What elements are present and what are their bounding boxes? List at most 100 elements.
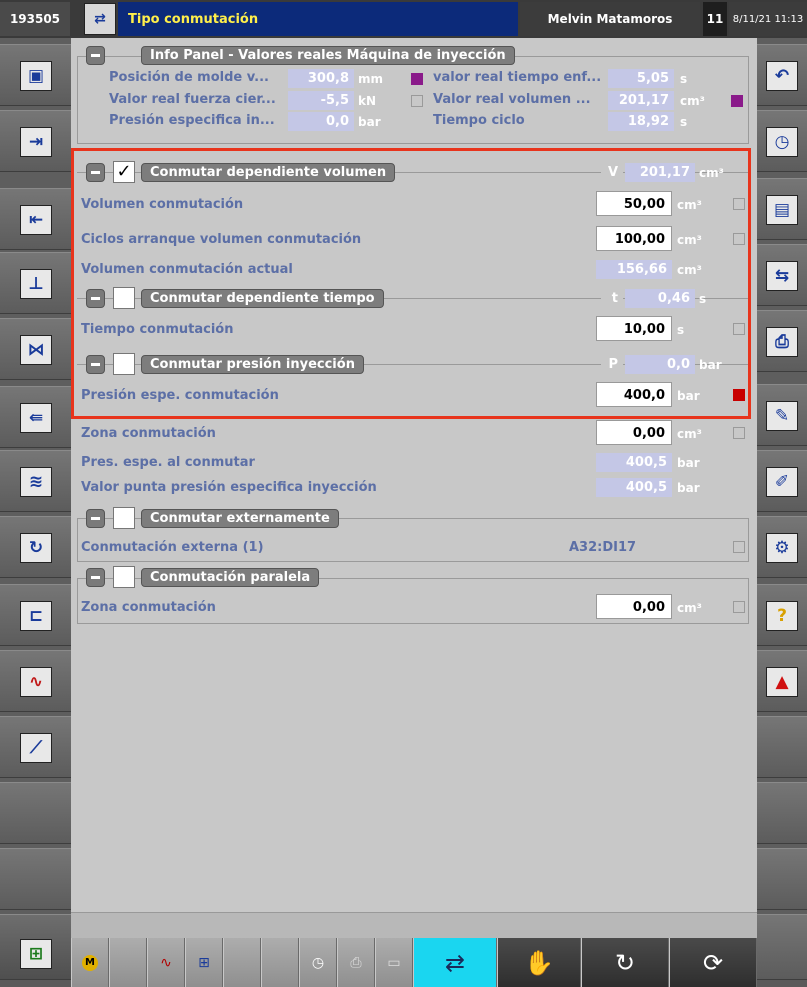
info-unit-3: bar bbox=[358, 115, 381, 129]
empty-bottom-button-2[interactable] bbox=[223, 938, 261, 987]
after-row-label-2: Pres. espe. al conmutar bbox=[81, 455, 255, 470]
info-value-2: -5,5 bbox=[288, 91, 354, 110]
mold-open-icon: ⇤ bbox=[20, 205, 52, 235]
page-switch-icon: ⇆ bbox=[766, 261, 798, 291]
edit-icon: ✎ bbox=[766, 401, 798, 431]
help-button[interactable]: ? bbox=[757, 584, 807, 646]
holding-pressure-button[interactable]: ≋ bbox=[0, 450, 71, 512]
plasticizing-button[interactable]: ↻ bbox=[0, 516, 71, 578]
semi-auto-icon: ↻ bbox=[614, 948, 636, 977]
external-section-title: Conmutar externamente bbox=[141, 509, 339, 528]
print-bottom-button[interactable]: ⎙ bbox=[337, 938, 375, 987]
full-auto-button[interactable]: ⟳ bbox=[669, 938, 757, 987]
left-sidebar: ▣ ⇥ ⇤ ⊥ ⋈ ⇚ ≋ ↻ ⊏ ∿ ⟋ ⊞ bbox=[0, 38, 71, 980]
info-label2-2: Valor real volumen ... bbox=[433, 92, 591, 107]
alarm-button[interactable]: ▲ bbox=[757, 650, 807, 712]
info-unit2-1: s bbox=[680, 72, 688, 86]
machine-overview-icon: ⊞ bbox=[20, 939, 52, 969]
edit-button[interactable]: ✎ bbox=[757, 384, 807, 446]
parallel-section-collapse-button[interactable] bbox=[86, 568, 105, 587]
after-row-unit-3: bar bbox=[677, 481, 700, 495]
switchover-zone-input[interactable]: 0,00 bbox=[596, 420, 672, 445]
manual-mode-button[interactable]: ✋ bbox=[497, 938, 581, 987]
printer-icon: ⎙ bbox=[766, 327, 798, 357]
motor-button[interactable]: M bbox=[71, 938, 109, 987]
clock-button[interactable]: ◷ bbox=[299, 938, 337, 987]
external-row-label-1: Conmutación externa (1) bbox=[81, 540, 264, 555]
back-button[interactable]: ↶ bbox=[757, 44, 807, 106]
bottom-bar: M ∿ ⊞ ◷ ⎙ ▭ ⇄ ✋ ↻ ⟳ bbox=[71, 938, 757, 987]
mold-open-button[interactable]: ⇤ bbox=[0, 188, 71, 250]
info-value2-2: 201,17 bbox=[608, 91, 674, 110]
screen-title: Tipo conmutación bbox=[118, 2, 518, 36]
edit-list-button[interactable]: ✐ bbox=[757, 450, 807, 512]
empty-bottom-button-3[interactable] bbox=[261, 938, 299, 987]
page-icon: ▤ bbox=[766, 195, 798, 225]
info-value2-1: 5,05 bbox=[608, 69, 674, 88]
external-row-checkbox-1[interactable] bbox=[733, 541, 745, 553]
external-section-checkbox[interactable] bbox=[113, 507, 135, 529]
printer-button[interactable]: ⎙ bbox=[757, 310, 807, 372]
ejector-icon: ⊥ bbox=[20, 269, 52, 299]
parallel-row-checkbox-1[interactable] bbox=[733, 601, 745, 613]
mold-close-button[interactable]: ⇥ bbox=[0, 110, 71, 172]
cycle-time-button[interactable]: ◷ bbox=[757, 110, 807, 172]
info-checkbox-2[interactable] bbox=[411, 95, 423, 107]
heating-button[interactable]: ∿ bbox=[147, 938, 185, 987]
after-row-unit-1: cm³ bbox=[677, 427, 702, 441]
semi-auto-button[interactable]: ↻ bbox=[581, 938, 669, 987]
machine-overview-button[interactable]: ⊞ bbox=[0, 914, 71, 980]
switchover-icon: ⇄ bbox=[84, 3, 116, 35]
mold-setup-button[interactable]: ▣ bbox=[0, 44, 71, 106]
settings-list-button[interactable]: ⚙ bbox=[757, 516, 807, 578]
info-value-1: 300,8 bbox=[288, 69, 354, 88]
external-input-address: A32:DI17 bbox=[569, 540, 637, 555]
clock-icon: ◷ bbox=[311, 954, 325, 971]
alarm-icon: ▲ bbox=[766, 667, 798, 697]
ejector-button[interactable]: ⊥ bbox=[0, 252, 71, 314]
parallel-section-checkbox[interactable] bbox=[113, 566, 135, 588]
injection-icon: ⇚ bbox=[20, 403, 52, 433]
full-auto-icon: ⟳ bbox=[702, 948, 724, 977]
info-panel-title: Info Panel - Valores reales Máquina de i… bbox=[141, 46, 515, 65]
page-switch-button[interactable]: ⇆ bbox=[757, 244, 807, 306]
plasticizing-icon: ↻ bbox=[20, 533, 52, 563]
after-row-label-3: Valor punta presión especifica inyección bbox=[81, 480, 377, 495]
after-row-checkbox-1[interactable] bbox=[733, 427, 745, 439]
info-unit-2: kN bbox=[358, 94, 377, 108]
screen-icon: ▭ bbox=[387, 954, 401, 971]
info-marker-2 bbox=[731, 95, 743, 107]
nozzle-icon: ⊏ bbox=[20, 601, 52, 631]
left-empty-button-2[interactable] bbox=[0, 848, 71, 910]
robot-button[interactable]: ⊞ bbox=[185, 938, 223, 987]
injection-button[interactable]: ⇚ bbox=[0, 386, 71, 448]
parallel-switchover-zone-input[interactable]: 0,00 bbox=[596, 594, 672, 619]
right-empty-button-4[interactable] bbox=[757, 914, 807, 980]
peak-pressure-value: 400,5 bbox=[596, 478, 672, 497]
core-pull-button[interactable]: ⋈ bbox=[0, 318, 71, 380]
mold-close-icon: ⇥ bbox=[20, 127, 52, 157]
user-name: Melvin Matamoros bbox=[520, 2, 700, 36]
datetime: 8/11/21 11:13 bbox=[729, 2, 807, 36]
machine-id: 193505 bbox=[0, 2, 70, 36]
screen-bottom-button[interactable]: ▭ bbox=[375, 938, 413, 987]
status-strip bbox=[71, 912, 757, 939]
after-row-label-1: Zona conmutación bbox=[81, 426, 216, 441]
edit-list-icon: ✐ bbox=[766, 467, 798, 497]
nozzle-button[interactable]: ⊏ bbox=[0, 584, 71, 646]
temperature-button[interactable]: ∿ bbox=[0, 650, 71, 712]
empty-bottom-button-1[interactable] bbox=[109, 938, 147, 987]
graph-button[interactable]: ⟋ bbox=[0, 716, 71, 778]
back-icon: ↶ bbox=[766, 61, 798, 91]
info-panel-collapse-button[interactable] bbox=[86, 46, 105, 65]
right-empty-button-3[interactable] bbox=[757, 848, 807, 910]
user-level: 11 bbox=[703, 2, 727, 36]
right-empty-button-2[interactable] bbox=[757, 782, 807, 844]
external-section-collapse-button[interactable] bbox=[86, 509, 105, 528]
page-button[interactable]: ▤ bbox=[757, 178, 807, 240]
left-empty-button-1[interactable] bbox=[0, 782, 71, 844]
right-empty-button-1[interactable] bbox=[757, 716, 807, 778]
info-label-2: Valor real fuerza cier... bbox=[109, 92, 276, 107]
setup-mode-button[interactable]: ⇄ bbox=[413, 938, 497, 987]
temperature-icon: ∿ bbox=[20, 667, 52, 697]
